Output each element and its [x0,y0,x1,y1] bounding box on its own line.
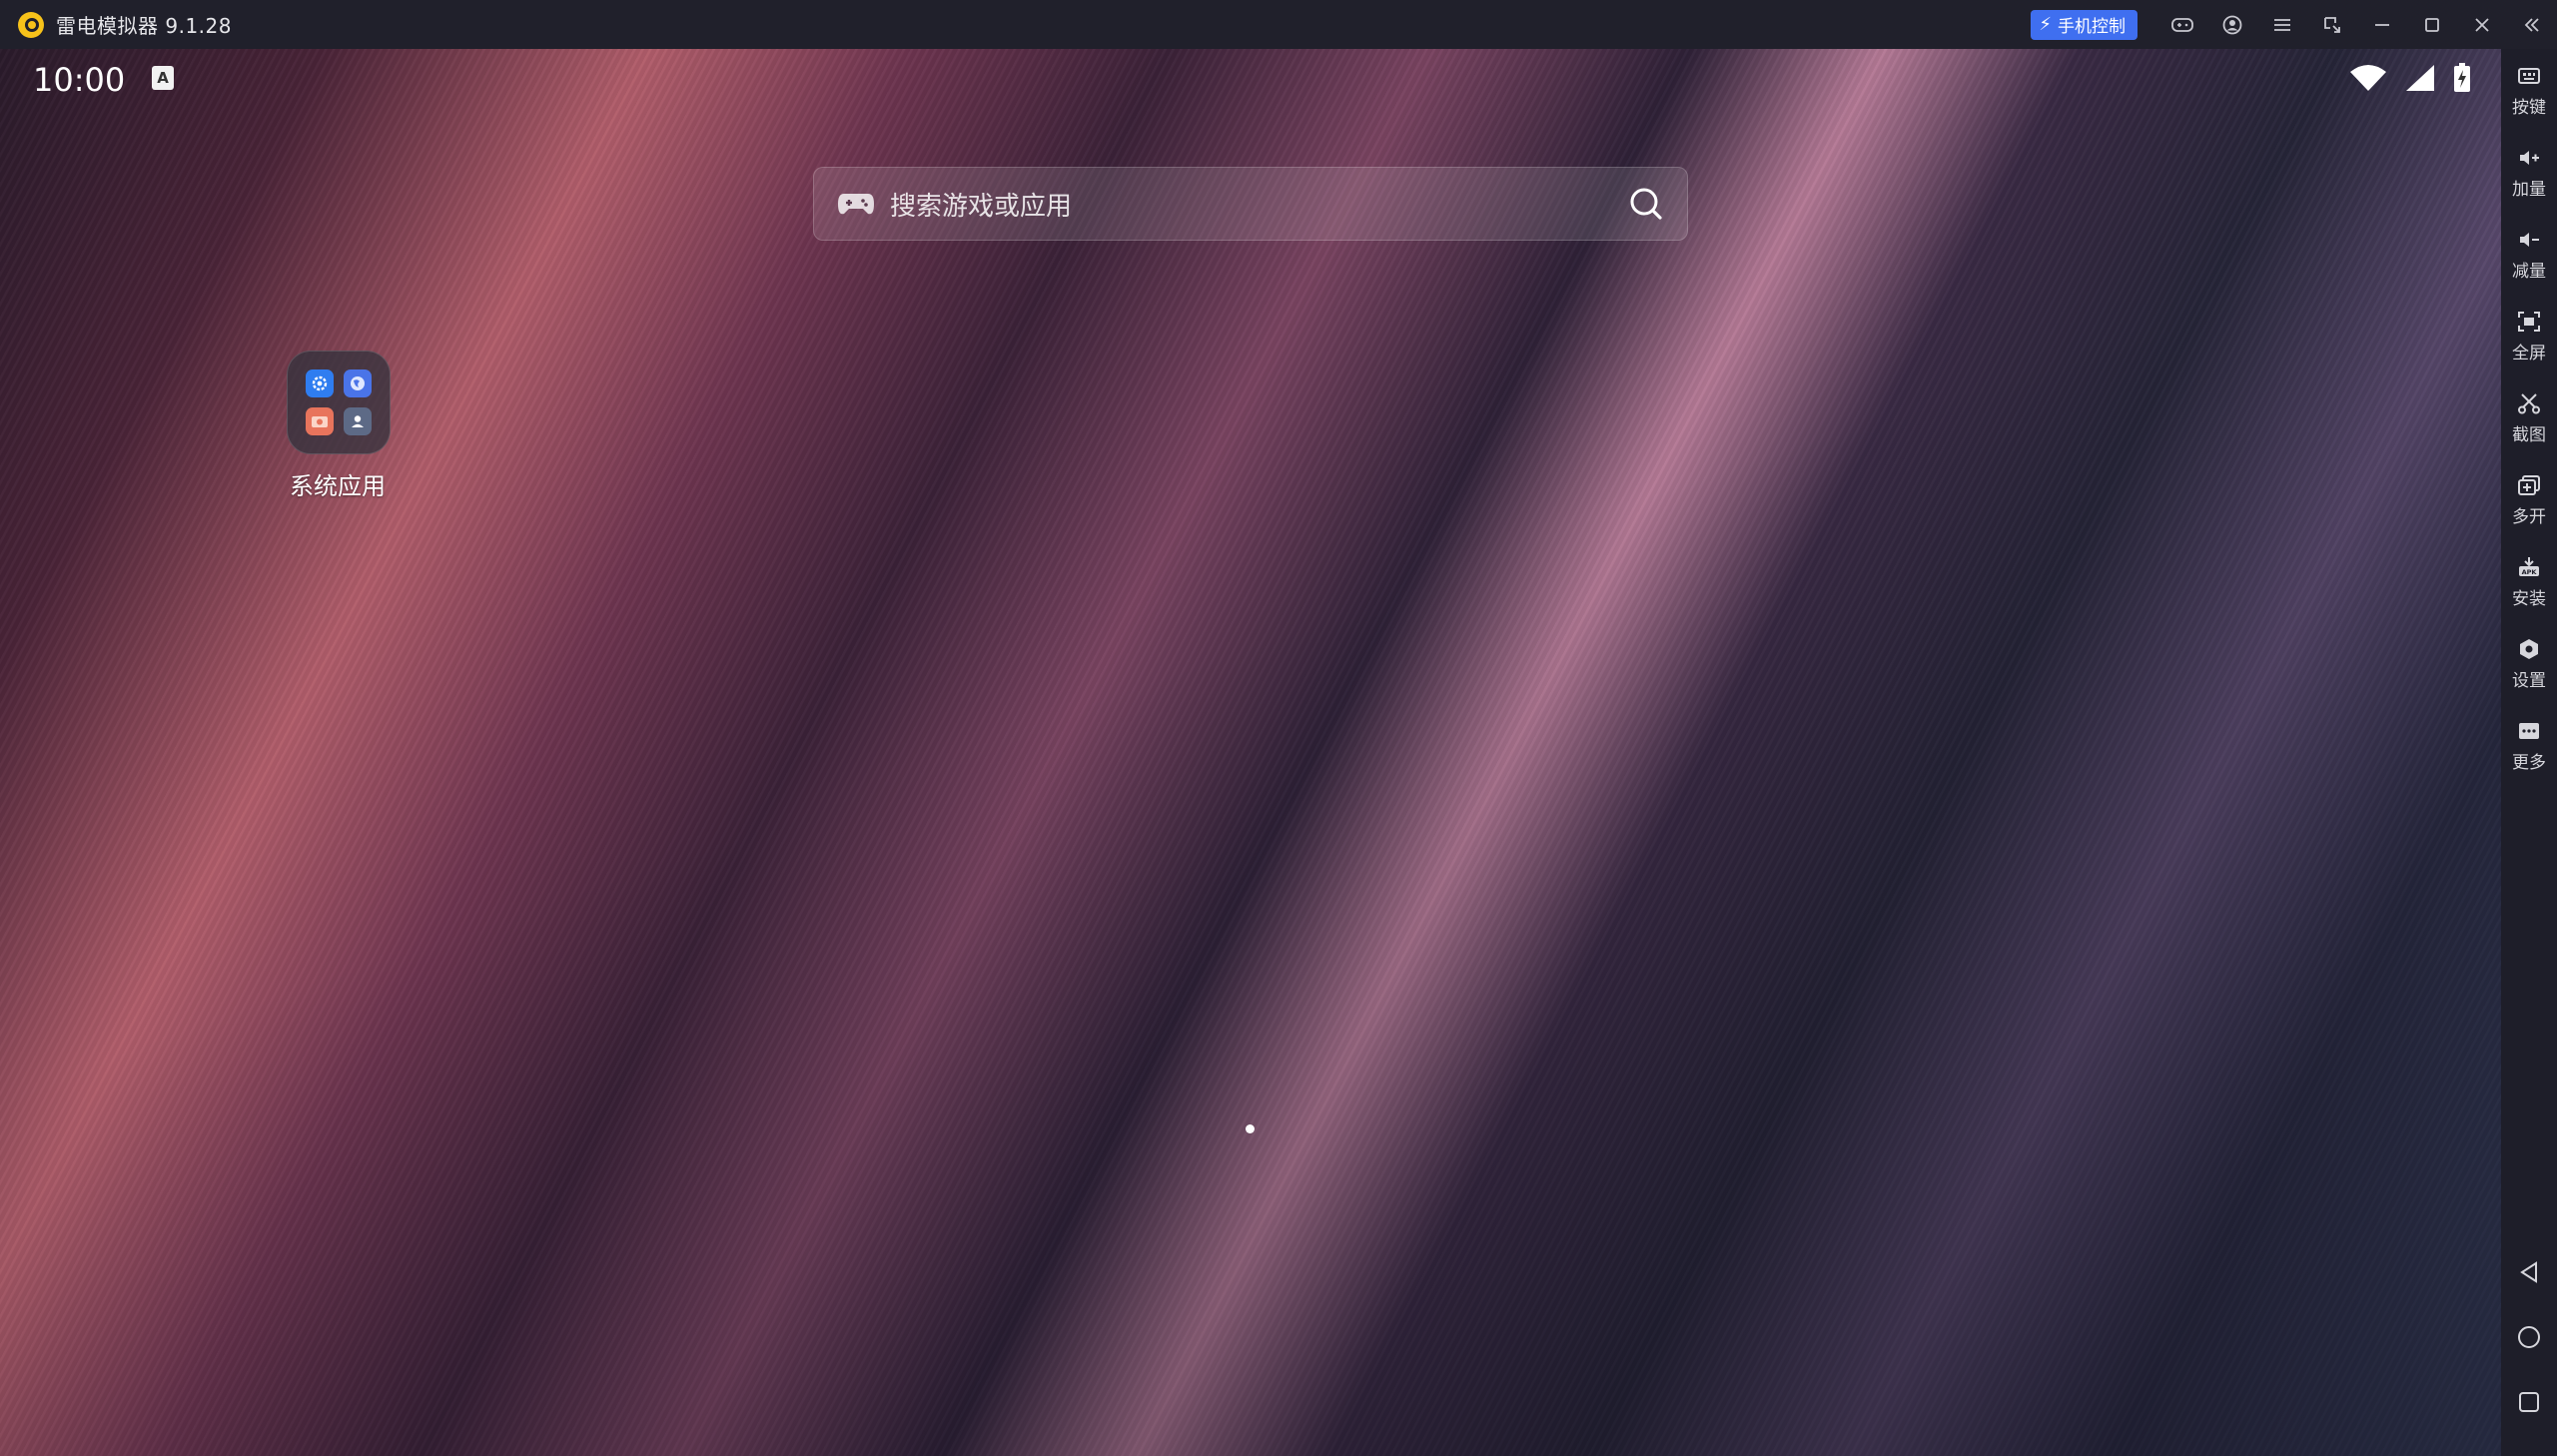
emulator-window: 雷电模拟器 9.1.28 ⚡ 手机控制 10:00 A 搜索游戏或应用 系统应用… [0,0,2557,1456]
status-bar: 10:00 A [0,49,2501,111]
maximize-icon[interactable] [2407,0,2457,49]
volume-up-icon [2520,151,2539,165]
status-clock: 10:00 [33,61,126,99]
sidebar-item-label: 更多 [2512,753,2546,773]
settings-app-icon [306,369,334,397]
camera-app-icon [306,407,334,435]
sidebar-item-keymap[interactable]: 按键 [2501,55,2557,135]
fullscreen-icon [2518,312,2540,332]
browser-app-icon [344,369,372,397]
app-logo-icon [18,11,44,38]
system-apps-folder[interactable] [287,351,391,454]
multi-instance-icon [2518,475,2540,495]
volume-down-icon [2520,233,2539,247]
window-title: 雷电模拟器 9.1.28 [56,14,232,38]
folder-label: 系统应用 [290,472,386,500]
recents-icon [2519,1392,2539,1412]
search-placeholder: 搜索游戏或应用 [890,191,1073,222]
search-icon[interactable] [1627,185,1665,223]
battery-charging-icon [2454,63,2470,92]
gamepad-icon [838,194,874,215]
menu-icon[interactable] [2257,0,2307,49]
minimize-icon[interactable] [2357,0,2407,49]
title-bar: 雷电模拟器 9.1.28 ⚡ 手机控制 [0,0,2557,49]
screenshot-icon [2518,393,2540,414]
back-icon [2520,1261,2537,1283]
sidebar-item-install[interactable]: APK 安装 [2501,546,2557,626]
more-icon [2519,723,2539,739]
page-indicator-dot [1246,1124,1255,1133]
nav-home-button[interactable] [2501,1312,2557,1362]
sidebar-item-label: 加量 [2512,180,2546,200]
title-bar-controls: ⚡ 手机控制 [2031,0,2557,49]
lightning-icon: ⚡ [2039,14,2052,35]
collapse-sidebar-icon[interactable] [2507,0,2557,49]
nav-back-button[interactable] [2501,1247,2557,1297]
gamepad-icon[interactable] [2157,0,2207,49]
sidebar-item-label: 设置 [2512,671,2546,691]
sidebar-item-settings[interactable]: 设置 [2501,628,2557,708]
sidebar-item-more[interactable]: 更多 [2501,710,2557,790]
sidebar-item-screenshot[interactable]: 截图 [2501,382,2557,462]
sidebar-item-volume-down[interactable]: 减量 [2501,219,2557,299]
sidebar-item-volume-up[interactable]: 加量 [2501,137,2557,217]
keymap-icon [2518,68,2540,84]
shrink-window-icon[interactable] [2307,0,2357,49]
sidebar-item-fullscreen[interactable]: 全屏 [2501,301,2557,380]
sidebar-item-label: 截图 [2512,425,2546,445]
keyboard-indicator-icon: A [152,66,174,90]
user-icon[interactable] [2207,0,2257,49]
sidebar-item-multi-instance[interactable]: 多开 [2501,464,2557,544]
sidebar-item-label: 全屏 [2512,344,2546,364]
android-home-screen[interactable]: 10:00 A 搜索游戏或应用 系统应用 [0,49,2501,1456]
phone-control-button[interactable]: ⚡ 手机控制 [2031,9,2137,40]
wifi-icon [2350,65,2386,91]
nav-recents-button[interactable] [2501,1377,2557,1427]
contacts-app-icon [344,407,372,435]
settings-icon [2520,639,2538,659]
sidebar-item-label: 减量 [2512,262,2546,282]
phone-control-label: 手机控制 [2058,17,2126,37]
install-apk-icon: APK [2519,557,2539,576]
sidebar-item-label: 多开 [2512,507,2546,527]
sidebar-item-label: 按键 [2512,98,2546,118]
signal-icon [2406,65,2434,91]
home-icon [2518,1326,2540,1348]
status-icons [2349,63,2471,93]
right-toolbar: 按键 加量 减量 全屏 截图 多开 APK 安装 设置 更多 [2501,49,2557,1456]
close-icon[interactable] [2457,0,2507,49]
svg-text:APK: APK [2522,568,2538,576]
sidebar-item-label: 安装 [2512,589,2546,609]
search-bar[interactable]: 搜索游戏或应用 [813,167,1688,241]
